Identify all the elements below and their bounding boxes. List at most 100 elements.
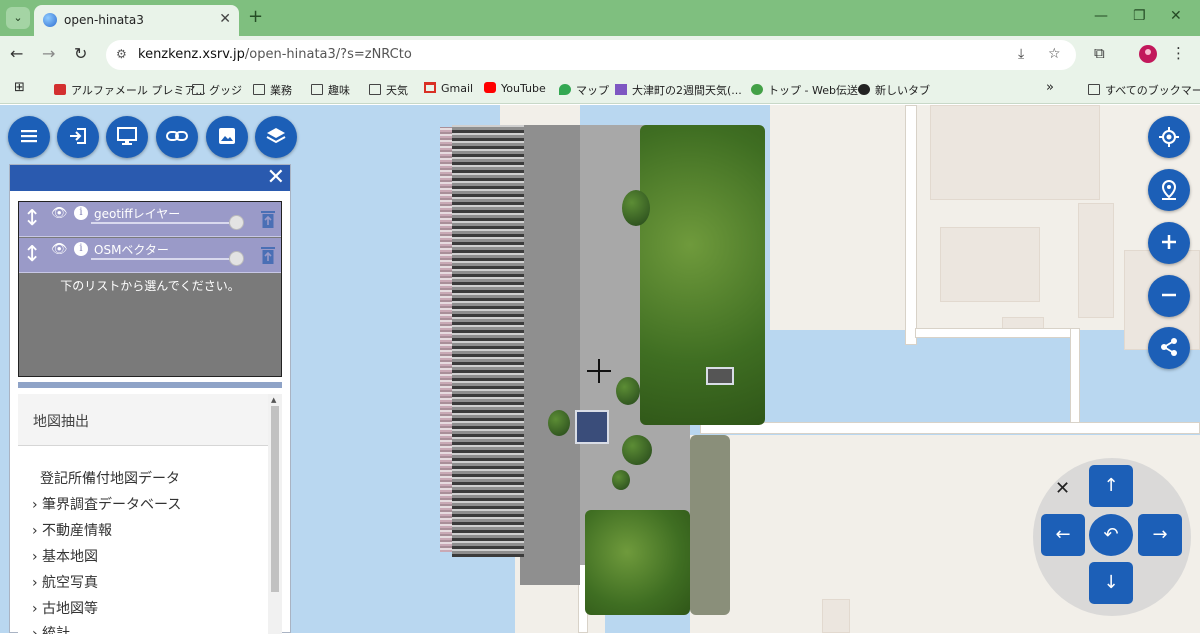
- login-button[interactable]: [57, 116, 99, 158]
- bookmark-label: YouTube: [501, 82, 546, 95]
- pan-up-button[interactable]: ↑: [1089, 465, 1133, 507]
- pan-down-button[interactable]: ↓: [1089, 562, 1133, 604]
- window-close-icon[interactable]: ✕: [1170, 8, 1182, 24]
- tab-title: open-hinata3: [64, 13, 144, 27]
- site-info-icon[interactable]: ⚙: [116, 47, 132, 63]
- bookmark-star-icon[interactable]: ☆: [1048, 46, 1061, 62]
- bookmark-weather[interactable]: 大津町の2週間天気(...: [615, 82, 742, 98]
- locate-button[interactable]: [1148, 116, 1190, 158]
- map-extract-list: 地図抽出 登記所備付地図データ › 筆界調査データベース › 不動産情報 › 基…: [18, 394, 268, 634]
- trash-icon[interactable]: [260, 245, 276, 265]
- drag-handle-icon[interactable]: ↕: [23, 205, 41, 233]
- plus-icon: [1162, 235, 1176, 249]
- menu-button[interactable]: [8, 116, 50, 158]
- zoom-in-button[interactable]: [1148, 222, 1190, 264]
- share-button[interactable]: [1148, 327, 1190, 369]
- list-scrollbar[interactable]: ▲: [268, 394, 282, 634]
- panel-header[interactable]: ✕: [10, 165, 290, 191]
- reset-rotation-button[interactable]: ↶: [1089, 514, 1133, 556]
- folder-icon: [1088, 84, 1100, 95]
- eye-icon[interactable]: 👁: [51, 242, 68, 257]
- bookmark-alphamail[interactable]: アルファメール プレミア...: [54, 82, 206, 98]
- layer-row[interactable]: ↕ 👁 i geotiffレイヤー: [19, 202, 281, 237]
- restore-icon[interactable]: ❐: [1133, 8, 1146, 24]
- new-tab-button[interactable]: +: [248, 6, 263, 27]
- tab-search-button[interactable]: ⌄: [6, 7, 30, 29]
- avatar[interactable]: [1139, 45, 1157, 63]
- panel-splitter[interactable]: [18, 382, 282, 388]
- scroll-up-icon[interactable]: ▲: [271, 396, 276, 404]
- alphamail-icon: [54, 84, 66, 95]
- apps-grid-icon[interactable]: ⊞: [14, 80, 25, 95]
- list-item[interactable]: › 古地図等: [32, 598, 98, 618]
- bookmark-label: 大津町の2週間天気(...: [632, 84, 742, 97]
- arrow-left-icon: ←: [1055, 524, 1071, 545]
- bookmark-folder-gyomu[interactable]: 業務: [253, 82, 292, 98]
- list-item[interactable]: › 筆界調査データベース: [32, 494, 181, 514]
- close-icon[interactable]: ✕: [267, 166, 285, 190]
- opacity-slider-knob[interactable]: [229, 251, 244, 266]
- list-item[interactable]: › 統計: [32, 623, 70, 634]
- bookmark-youtube[interactable]: YouTube: [484, 82, 546, 95]
- youtube-icon: [484, 82, 496, 93]
- pan-right-button[interactable]: →: [1138, 514, 1182, 556]
- bookmark-webden[interactable]: トップ - Web伝送: [751, 82, 858, 98]
- link-icon: [166, 131, 188, 141]
- layer-panel: ✕ ↕ 👁 i geotiffレイヤー ↕ 👁 i OSMベクター 下のリストか…: [9, 164, 291, 634]
- building: [1078, 203, 1114, 318]
- pan-left-button[interactable]: ←: [1041, 514, 1085, 556]
- bookmark-maps[interactable]: マップ: [559, 82, 609, 98]
- eye-icon[interactable]: 👁: [51, 206, 68, 221]
- bookmark-label: アルファメール プレミア...: [71, 84, 206, 97]
- back-icon[interactable]: ←: [10, 44, 23, 63]
- url-host: kenzkenz.xsrv.jp: [138, 47, 245, 62]
- image-icon: [219, 128, 235, 144]
- opacity-slider[interactable]: [91, 222, 237, 224]
- layer-row[interactable]: ↕ 👁 i OSMベクター: [19, 238, 281, 273]
- gmail-icon: [424, 82, 436, 93]
- place-button[interactable]: [1148, 169, 1190, 211]
- extensions-icon[interactable]: ⧉: [1094, 44, 1105, 62]
- browser-tab[interactable]: open-hinata3 ✕: [34, 5, 239, 36]
- layers-button[interactable]: [255, 116, 297, 158]
- login-icon: [70, 128, 86, 144]
- weather-icon: [615, 84, 627, 95]
- bookmark-folder-shumi[interactable]: 趣味: [311, 82, 350, 98]
- info-icon[interactable]: i: [74, 242, 88, 256]
- all-bookmarks[interactable]: すべてのブックマーク: [1088, 82, 1200, 98]
- drag-handle-icon[interactable]: ↕: [23, 241, 41, 269]
- folder-icon: [369, 84, 381, 95]
- bookmarks-bar: ⊞ アルファメール プレミア... グッジ 業務 趣味 天気 Gmail You…: [0, 74, 1200, 104]
- close-icon[interactable]: ✕: [1055, 478, 1070, 499]
- browser-menu-icon[interactable]: ⋮: [1171, 44, 1186, 62]
- scrollbar-thumb[interactable]: [271, 406, 279, 592]
- list-title-text: 地図抽出: [33, 414, 89, 430]
- list-item[interactable]: › 航空写真: [32, 572, 98, 592]
- opacity-slider-knob[interactable]: [229, 215, 244, 230]
- bookmark-newtab[interactable]: 新しいタブ: [858, 82, 930, 98]
- bookmark-gmail[interactable]: Gmail: [424, 82, 473, 95]
- opacity-slider[interactable]: [91, 258, 237, 260]
- arrow-right-icon: →: [1152, 524, 1168, 545]
- more-bookmarks-icon[interactable]: »: [1046, 80, 1054, 95]
- install-app-icon[interactable]: ⤓: [1018, 46, 1024, 62]
- tab-close-icon[interactable]: ✕: [219, 11, 231, 27]
- image-button[interactable]: [206, 116, 248, 158]
- address-bar[interactable]: ⚙ kenzkenz.xsrv.jp/open-hinata3/?s=zNRCt…: [106, 40, 1076, 70]
- list-title[interactable]: 地図抽出: [18, 394, 268, 446]
- reload-icon[interactable]: ↻: [74, 44, 87, 63]
- link-button[interactable]: [156, 116, 198, 158]
- forward-icon[interactable]: →: [42, 44, 55, 63]
- display-button[interactable]: [106, 116, 148, 158]
- trash-icon[interactable]: [260, 209, 276, 229]
- url-text[interactable]: kenzkenz.xsrv.jp/open-hinata3/?s=zNRCto: [138, 47, 412, 62]
- info-icon[interactable]: i: [74, 206, 88, 220]
- bookmark-folder-gujji[interactable]: グッジ: [192, 82, 242, 98]
- zoom-out-button[interactable]: [1148, 275, 1190, 317]
- bookmark-folder-tenki[interactable]: 天気: [369, 82, 408, 98]
- list-item[interactable]: › 不動産情報: [32, 520, 112, 540]
- list-item[interactable]: 登記所備付地図データ: [40, 468, 180, 488]
- minimize-icon[interactable]: —: [1094, 8, 1108, 24]
- list-item[interactable]: › 基本地図: [32, 546, 98, 566]
- building-roof: [706, 367, 734, 385]
